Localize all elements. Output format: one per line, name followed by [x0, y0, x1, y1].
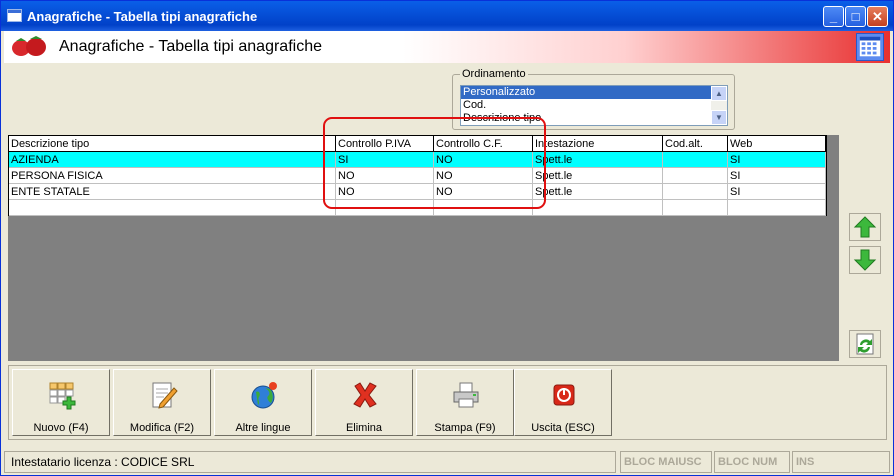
table-cell: SI [728, 152, 826, 168]
table-cell: AZIENDA [9, 152, 336, 168]
refresh-icon [856, 333, 874, 355]
ordinamento-option[interactable]: Personalizzato [461, 86, 711, 99]
scroll-up-icon[interactable]: ▲ [711, 86, 727, 101]
table-cell [663, 200, 728, 216]
stampa-button[interactable]: Stampa (F9) [416, 369, 514, 436]
caps-lock-indicator: BLOC MAIUSC [620, 451, 712, 473]
column-header[interactable]: Cod.alt. [663, 136, 728, 152]
num-lock-indicator: BLOC NUM [714, 451, 790, 473]
stampa-label: Stampa (F9) [434, 422, 496, 434]
nuovo-button[interactable]: Nuovo (F4) [12, 369, 110, 436]
move-down-button[interactable] [849, 246, 881, 274]
table-cell: SI [728, 184, 826, 200]
close-button[interactable]: ✕ [867, 6, 888, 27]
table-cell: PERSONA FISICA [9, 168, 336, 184]
page-title: Anagrafiche - Tabella tipi anagrafiche [59, 38, 322, 55]
app-window-icon [7, 9, 22, 22]
table-cell [663, 152, 728, 168]
new-grid-icon [49, 382, 76, 410]
altre-lingue-label: Altre lingue [235, 422, 291, 434]
ordinamento-scrollbar[interactable]: ▲ ▼ [711, 86, 727, 125]
table-cell: Spett.le [533, 168, 663, 184]
maximize-button[interactable]: □ [845, 6, 866, 27]
table-cell: Spett.le [533, 152, 663, 168]
window-title: Anagrafiche - Tabella tipi anagrafiche [27, 9, 258, 24]
table-cell [9, 200, 336, 216]
ordinamento-option[interactable]: Cod. [461, 99, 711, 112]
insert-indicator: INS [792, 451, 890, 473]
toolbar: Nuovo (F4) Modifica (F2) Altre lingue El… [8, 365, 887, 440]
title-bar[interactable]: Anagrafiche - Tabella tipi anagrafiche _… [1, 1, 893, 31]
table-cell [663, 168, 728, 184]
printer-icon [453, 382, 479, 408]
header-banner: Anagrafiche - Tabella tipi anagrafiche [4, 31, 890, 63]
uscita-button[interactable]: Uscita (ESC) [514, 369, 612, 436]
move-up-button[interactable] [849, 213, 881, 241]
table-cell [663, 184, 728, 200]
table-cell: Spett.le [533, 184, 663, 200]
minimize-button[interactable]: _ [823, 6, 844, 27]
status-bar: Intestatario licenza : CODICE SRL BLOC M… [4, 451, 890, 473]
column-header[interactable]: Intestazione [533, 136, 663, 152]
edit-icon [152, 382, 178, 409]
table-cell: SI [728, 168, 826, 184]
exit-icon [553, 384, 575, 406]
main-window: Anagrafiche - Tabella tipi anagrafiche _… [0, 0, 894, 476]
nuovo-label: Nuovo (F4) [33, 422, 89, 434]
ordinamento-legend: Ordinamento [460, 68, 528, 80]
uscita-label: Uscita (ESC) [531, 422, 595, 434]
modifica-label: Modifica (F2) [129, 422, 195, 434]
altre-lingue-button[interactable]: Altre lingue [214, 369, 312, 436]
elimina-button[interactable]: Elimina [315, 369, 413, 436]
column-header[interactable]: Descrizione tipo [9, 136, 336, 152]
arrow-down-icon [853, 249, 877, 271]
globe-icon [251, 382, 277, 409]
refresh-button[interactable] [849, 330, 881, 358]
column-header[interactable]: Web [728, 136, 826, 152]
table-cell [728, 200, 826, 216]
annotation-highlight-box [323, 117, 546, 209]
scroll-down-icon[interactable]: ▼ [711, 110, 727, 125]
arrow-up-icon [853, 216, 877, 238]
elimina-label: Elimina [345, 422, 383, 434]
calendar-icon[interactable] [856, 33, 884, 61]
license-status: Intestatario licenza : CODICE SRL [4, 451, 616, 473]
delete-x-icon [353, 382, 377, 408]
table-cell: ENTE STATALE [9, 184, 336, 200]
table-cell [533, 200, 663, 216]
modifica-button[interactable]: Modifica (F2) [113, 369, 211, 436]
strawberry-logo-icon [12, 36, 46, 56]
